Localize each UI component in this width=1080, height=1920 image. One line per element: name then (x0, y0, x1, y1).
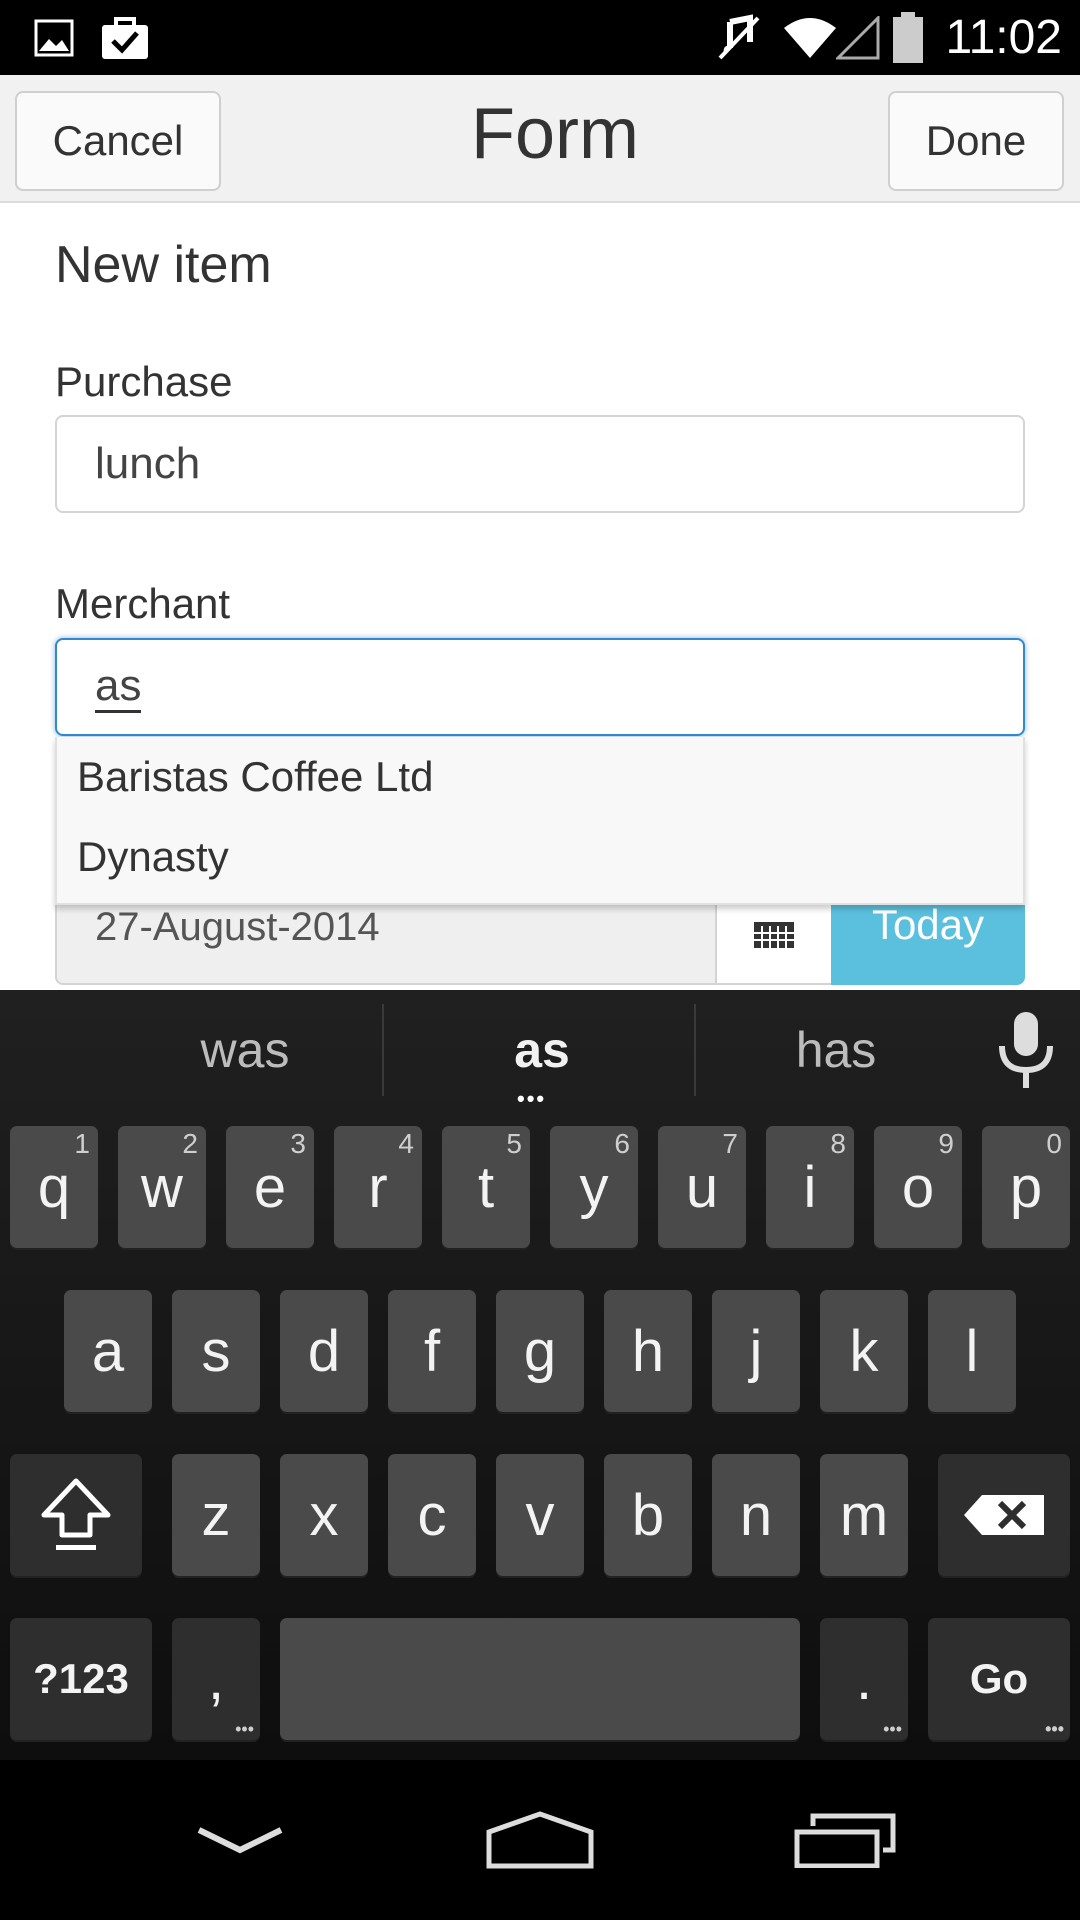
key-u[interactable]: u7 (658, 1126, 746, 1248)
status-bar: 11:02 (0, 0, 1080, 75)
key-q[interactable]: q1 (10, 1126, 98, 1248)
chevron-down-icon (197, 1827, 283, 1854)
key-o[interactable]: o9 (874, 1126, 962, 1248)
key-l[interactable]: l (928, 1290, 1016, 1412)
clipboard-check-icon (100, 0, 150, 75)
suggestion-strip: was as ••• has (0, 990, 1080, 1111)
period-key[interactable]: . ••• (820, 1618, 908, 1740)
purchase-value: lunch (95, 439, 201, 488)
key-z[interactable]: z (172, 1454, 260, 1576)
mute-icon (716, 0, 762, 75)
recents-button[interactable] (775, 1760, 915, 1920)
image-icon (34, 0, 74, 75)
hide-keyboard-button[interactable] (170, 1760, 310, 1920)
key-y[interactable]: y6 (550, 1126, 638, 1248)
backspace-icon (964, 1495, 1044, 1535)
battery-icon (892, 0, 924, 75)
shift-icon (41, 1478, 111, 1550)
wifi-icon (782, 0, 838, 75)
key-c[interactable]: c (388, 1454, 476, 1576)
soft-keyboard: was as ••• has q1 w2 e3 r4 t5 y6 u7 i8 o… (0, 990, 1080, 1760)
key-t[interactable]: t5 (442, 1126, 530, 1248)
key-h[interactable]: h (604, 1290, 692, 1412)
calendar-icon (754, 922, 794, 948)
section-title: New item (55, 236, 272, 294)
key-v[interactable]: v (496, 1454, 584, 1576)
key-k[interactable]: k (820, 1290, 908, 1412)
merchant-label: Merchant (55, 580, 231, 627)
backspace-key[interactable] (938, 1454, 1070, 1576)
divider (382, 1004, 384, 1096)
form-screen: Cancel Form Done New item Purchase lunch… (0, 75, 1080, 990)
cell-signal-icon (836, 0, 880, 75)
key-m[interactable]: m (820, 1454, 908, 1576)
home-button[interactable] (470, 1760, 610, 1920)
key-p[interactable]: p0 (982, 1126, 1070, 1248)
microphone-icon[interactable] (990, 1012, 1062, 1095)
done-button[interactable]: Done (888, 91, 1064, 191)
suggestion-was[interactable]: was (100, 990, 390, 1110)
key-w[interactable]: w2 (118, 1126, 206, 1248)
key-r[interactable]: r4 (334, 1126, 422, 1248)
key-i[interactable]: i8 (766, 1126, 854, 1248)
suggestion-has[interactable]: has (696, 990, 976, 1110)
comma-key[interactable]: , ••• (172, 1618, 260, 1740)
key-f[interactable]: f (388, 1290, 476, 1412)
key-e[interactable]: e3 (226, 1126, 314, 1248)
more-suggestions-icon: ••• (517, 1086, 547, 1111)
autocomplete-list: Baristas Coffee Ltd Dynasty (55, 737, 1025, 905)
spacebar[interactable] (280, 1618, 800, 1740)
merchant-value: as (95, 661, 142, 713)
autocomplete-item[interactable]: Dynasty (57, 817, 1023, 897)
header: Cancel Form Done (0, 75, 1080, 203)
recents-icon (794, 1813, 896, 1868)
key-x[interactable]: x (280, 1454, 368, 1576)
key-s[interactable]: s (172, 1290, 260, 1412)
key-a[interactable]: a (64, 1290, 152, 1412)
purchase-label: Purchase (55, 358, 233, 405)
key-j[interactable]: j (712, 1290, 800, 1412)
key-n[interactable]: n (712, 1454, 800, 1576)
navigation-bar (0, 1760, 1080, 1920)
shift-key[interactable] (10, 1454, 142, 1576)
symbols-key[interactable]: ?123 (10, 1618, 152, 1740)
home-icon (486, 1811, 594, 1869)
key-d[interactable]: d (280, 1290, 368, 1412)
go-key[interactable]: Go ••• (928, 1618, 1070, 1740)
key-b[interactable]: b (604, 1454, 692, 1576)
autocomplete-item[interactable]: Baristas Coffee Ltd (57, 737, 1023, 817)
merchant-input[interactable]: as (55, 638, 1025, 736)
key-g[interactable]: g (496, 1290, 584, 1412)
purchase-input[interactable]: lunch (55, 415, 1025, 513)
clock: 11:02 (945, 11, 1062, 64)
